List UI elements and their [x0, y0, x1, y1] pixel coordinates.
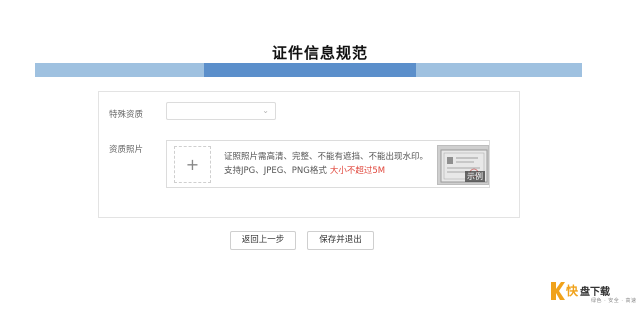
step-progress-active-segment	[204, 63, 416, 77]
upload-hint-text: 证照照片需高清、完整、不能有遮挡、不能出现水印。支持JPG、JPEG、PNG格式	[224, 152, 429, 176]
form-card: 特殊资质 ⌄ 资质照片 + 证照照片需高清、完整、不能有遮挡、不能出现水印。支持…	[98, 91, 520, 218]
watermark-slogan: 绿色 · 安全 · 高速	[591, 298, 637, 304]
brand-k-icon	[551, 282, 565, 300]
page-title: 证件信息规范	[271, 44, 368, 62]
back-button[interactable]: 返回上一步	[230, 231, 296, 250]
step-progress-bar	[35, 63, 582, 77]
upload-hint: 证照照片需高清、完整、不能有遮挡、不能出现水印。支持JPG、JPEG、PNG格式…	[224, 150, 429, 178]
save-and-exit-button[interactable]: 保存并退出	[307, 231, 374, 250]
qualification-photo-label: 资质照片	[109, 145, 144, 155]
sample-certificate-image[interactable]: 示例	[437, 145, 489, 185]
special-qualification-label: 特殊资质	[109, 110, 144, 120]
chevron-down-icon: ⌄	[262, 106, 269, 115]
special-qualification-select[interactable]: ⌄	[166, 102, 276, 120]
plus-icon: +	[185, 154, 200, 174]
upload-button[interactable]: +	[174, 146, 211, 183]
sample-label: 示例	[465, 171, 485, 182]
watermark-brand-char: 快	[566, 284, 579, 298]
watermark-logo: 快盘下载 绿色 · 安全 · 高速	[549, 279, 637, 309]
size-limit-warning: 大小不超过5M	[329, 166, 386, 176]
photo-upload-area: + 证照照片需高清、完整、不能有遮挡、不能出现水印。支持JPG、JPEG、PNG…	[166, 140, 490, 188]
